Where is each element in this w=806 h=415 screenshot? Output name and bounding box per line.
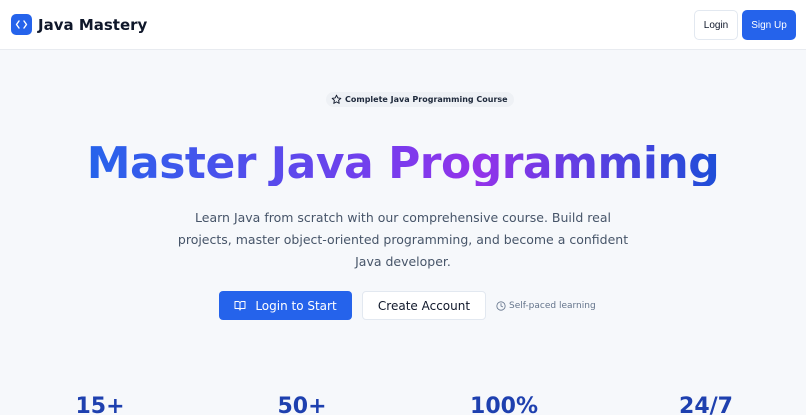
brand-name[interactable]: Java Mastery: [38, 15, 147, 35]
code-icon[interactable]: [11, 14, 32, 35]
stat-value: 50+: [277, 394, 327, 415]
hero-title-text: Master Java Programming: [87, 138, 720, 186]
login-to-start-label: Login to Start: [255, 298, 337, 313]
self-paced-note: Self-paced learning: [496, 299, 596, 313]
clock-icon: [496, 301, 506, 311]
badge-label: Complete Java Programming Course: [345, 95, 508, 104]
login-to-start-button[interactable]: Login to Start: [219, 291, 352, 320]
book-open-icon: [234, 300, 246, 311]
course-badge: Complete Java Programming Course: [326, 92, 514, 107]
login-button[interactable]: Login: [694, 10, 738, 40]
stat-value: 24/7: [679, 394, 733, 415]
self-paced-label: Self-paced learning: [509, 301, 596, 311]
create-account-button[interactable]: Create Account: [362, 291, 486, 320]
code-glyph: [15, 20, 28, 29]
hero-description: Learn Java from scratch with our compreh…: [177, 210, 629, 269]
stat-value: 15+: [75, 394, 125, 415]
signup-button[interactable]: Sign Up: [742, 10, 796, 40]
hero-title: Master Java Programming: [0, 134, 806, 186]
star-icon: [331, 94, 342, 105]
stat-value: 100%: [470, 394, 538, 415]
top-nav: Java Mastery Login Sign Up: [0, 0, 806, 50]
